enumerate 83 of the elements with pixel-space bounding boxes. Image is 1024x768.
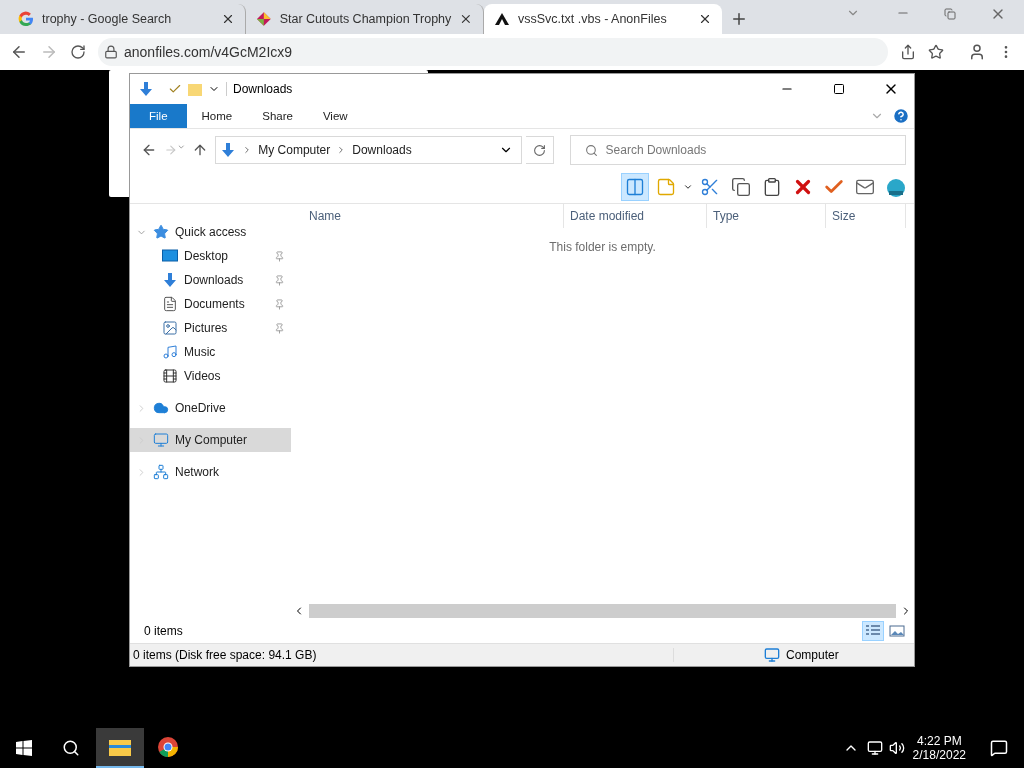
volume-icon[interactable] — [888, 740, 905, 756]
sidebar-item[interactable]: Videos — [130, 364, 291, 388]
envelope-icon — [855, 177, 875, 197]
status-text: 0 items (Disk free space: 94.1 GB) — [130, 648, 674, 662]
ribbon-tab[interactable]: Share — [247, 104, 308, 128]
status-location: Computer — [786, 648, 839, 662]
ribbon-tab[interactable]: Home — [186, 104, 248, 128]
sidebar-item[interactable]: Pictures — [130, 316, 291, 340]
download-arrow-icon — [138, 81, 154, 97]
notification-icon[interactable] — [990, 739, 1008, 757]
new-tab-icon[interactable] — [730, 10, 748, 28]
cloud-icon — [153, 400, 169, 416]
details-list-icon — [865, 625, 881, 637]
sidebar-item[interactable]: Music — [130, 340, 291, 364]
maximize-icon — [833, 83, 845, 95]
sidebar-item[interactable]: Quick access — [130, 220, 291, 244]
back-icon[interactable] — [10, 43, 28, 61]
taskbar-app[interactable] — [96, 728, 144, 768]
share-icon[interactable] — [900, 44, 916, 60]
caret-icon[interactable] — [683, 182, 693, 192]
lock-icon — [104, 45, 118, 59]
clipboard-icon — [762, 177, 782, 197]
scissors-icon — [700, 177, 720, 197]
sidebar-item[interactable]: Network — [130, 460, 291, 484]
monitor-icon — [764, 647, 780, 663]
search-field[interactable]: Search Downloads — [569, 135, 906, 165]
music-note-icon — [162, 344, 178, 360]
shell-icon — [885, 176, 907, 198]
refresh-button[interactable] — [526, 136, 554, 164]
address-field[interactable]: My Computer Downloads — [215, 136, 523, 164]
sidebar-item[interactable]: OneDrive — [130, 396, 291, 420]
window-title: Downloads — [226, 82, 758, 96]
close-icon[interactable] — [459, 12, 473, 26]
network-icon[interactable] — [866, 740, 883, 756]
network-icon — [153, 464, 169, 480]
breadcrumb-item[interactable]: My Computer — [258, 143, 331, 157]
bookmark-icon[interactable] — [928, 44, 944, 60]
column-header[interactable]: Name — [303, 204, 564, 228]
address-field[interactable]: anonfiles.com/v4GcM2Icx9 — [98, 38, 888, 66]
details-view-button[interactable] — [862, 621, 884, 641]
item-count: 0 items — [144, 624, 183, 638]
column-header[interactable]: Size — [826, 204, 906, 228]
refresh-icon — [532, 143, 546, 157]
reload-icon[interactable] — [70, 44, 86, 60]
download-arrow-icon — [162, 272, 178, 288]
sidebar-item[interactable]: Documents — [130, 292, 291, 316]
colorful-logo-icon — [256, 11, 272, 27]
profile-icon[interactable] — [968, 43, 986, 61]
download-arrow-icon — [220, 142, 237, 158]
search-icon — [584, 143, 598, 157]
close-icon[interactable] — [221, 12, 235, 26]
search-icon[interactable] — [62, 739, 80, 757]
caret-icon — [177, 142, 186, 152]
sidebar-item[interactable]: Desktop — [130, 244, 291, 268]
note-icon — [656, 177, 676, 197]
desktop-icon — [162, 249, 178, 263]
sidebar-item[interactable]: My Computer — [130, 428, 291, 452]
help-icon[interactable] — [892, 107, 910, 125]
properties-icon[interactable] — [168, 82, 182, 96]
restore-icon[interactable] — [944, 8, 956, 20]
folder-icon — [109, 738, 131, 756]
browser-tab[interactable]: vssSvc.txt .vbs - AnonFiles — [484, 4, 722, 34]
sidebar-item[interactable]: Downloads — [130, 268, 291, 292]
document-icon — [162, 296, 178, 312]
empty-message: This folder is empty. — [549, 240, 656, 254]
start-icon[interactable] — [16, 740, 32, 756]
star-icon — [153, 224, 169, 240]
ribbon-tab[interactable]: View — [307, 104, 363, 128]
chrome-icon — [157, 736, 179, 758]
forward-arrow-icon — [163, 142, 178, 158]
google-icon — [18, 11, 34, 27]
copy-icon — [731, 177, 751, 197]
close-icon[interactable] — [698, 12, 712, 26]
triangle-logo-icon — [494, 11, 510, 27]
column-header[interactable]: Type — [707, 204, 826, 228]
pane-icon — [625, 177, 645, 197]
column-header[interactable]: Date modified — [564, 204, 707, 228]
monitor-icon — [153, 432, 169, 448]
clock[interactable]: 4:22 PM 2/18/2022 — [912, 734, 966, 762]
breadcrumb-item[interactable]: Downloads — [352, 143, 412, 157]
film-icon — [162, 368, 178, 384]
picture-view-icon — [889, 625, 905, 637]
picture-icon — [162, 320, 178, 336]
